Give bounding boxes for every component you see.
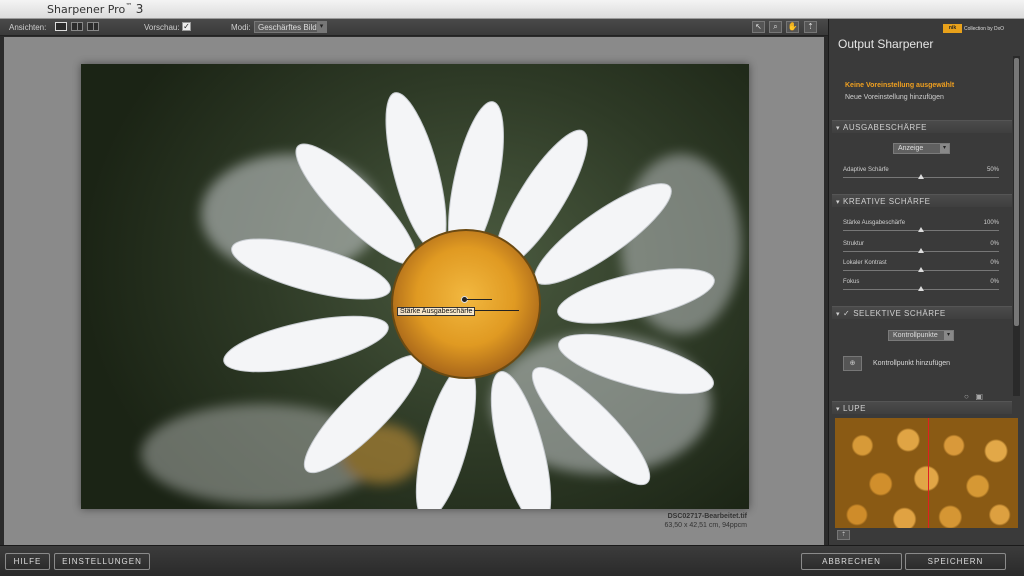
mode-select-value: Geschärftes Bild: [258, 23, 317, 32]
collapse-triangle-icon: ▾: [836, 199, 841, 206]
file-dimensions: 63,50 x 42,51 cm, 94ppcm: [664, 522, 748, 529]
bottom-bar: HILFE EINSTELLUNGEN ABBRECHEN SPEICHERN: [0, 545, 1024, 576]
side-by-side-view-button[interactable]: [87, 22, 99, 31]
slider-thumb[interactable]: [918, 267, 924, 272]
control-point-icon: ⊕: [849, 360, 856, 367]
preset-state[interactable]: Keine Voreinstellung ausgewählt: [845, 82, 954, 89]
cancel-button[interactable]: ABBRECHEN: [801, 553, 902, 570]
section-selective-title: SELEKTIVE SCHÄRFE: [853, 309, 946, 318]
hand-pointer-icon: ↖: [755, 22, 762, 31]
panel-title: Output Sharpener: [838, 37, 934, 51]
panel-mini-icons: ○ ▣: [964, 392, 983, 401]
pin-icon: ⇡: [840, 532, 847, 538]
file-info: DSC02717-Bearbeitet.tif 63,50 x 42,51 cm…: [665, 512, 748, 530]
slider-value: 100%: [983, 220, 999, 226]
chevron-down-icon: ▾: [317, 22, 326, 32]
slider-label: Adaptive Schärfe: [843, 167, 889, 173]
trash-icon[interactable]: ▣: [976, 392, 984, 401]
slider-thumb[interactable]: [918, 286, 924, 291]
add-control-point-label: Kontrollpunkt hinzufügen: [873, 360, 951, 367]
brand-text: Collection by DxO: [964, 25, 1005, 32]
settings-button[interactable]: EINSTELLUNGEN: [54, 553, 150, 570]
slider-thumb[interactable]: [918, 174, 924, 179]
panel-scrollbar[interactable]: [1013, 56, 1020, 396]
focus-slider[interactable]: Fokus 0%: [843, 279, 999, 297]
slider-label: Struktur: [843, 241, 865, 247]
slider-value: 0%: [990, 241, 999, 247]
section-creative-title: KREATIVE SCHÄRFE: [843, 197, 931, 206]
loupe-preview[interactable]: [835, 418, 1018, 528]
file-name: DSC02717-Bearbeitet.tif: [667, 513, 747, 520]
control-point-label: Stärke Ausgabeschärfe: [397, 307, 476, 316]
app-title-version: 3: [135, 2, 144, 16]
zoom-tool-button[interactable]: ⌕: [769, 21, 782, 33]
output-strength-slider[interactable]: Stärke Ausgabeschärfe 100%: [843, 220, 999, 238]
structure-slider[interactable]: Struktur 0%: [843, 241, 999, 259]
app-title: Sharpener Pro™ 3: [47, 2, 143, 16]
slider-thumb[interactable]: [918, 248, 924, 253]
collapse-triangle-icon: ▾: [836, 406, 841, 413]
selective-mode-dropdown[interactable]: Kontrollpunkte ▾: [888, 330, 954, 341]
slider-label: Fokus: [843, 279, 860, 285]
pointer-tool-button[interactable]: ↖: [752, 21, 765, 33]
preview-label: Vorschau:: [144, 23, 180, 32]
help-button[interactable]: HILFE: [5, 553, 50, 570]
section-loupe[interactable]: ▾ LUPE: [832, 401, 1012, 414]
output-mode-dropdown[interactable]: Anzeige ▾: [893, 143, 950, 154]
pin-icon: ⇡: [807, 22, 814, 31]
app-title-name: Sharpener Pro: [47, 3, 126, 16]
selective-mode-value: Kontrollpunkte: [893, 332, 938, 339]
loupe-split-line[interactable]: [928, 418, 929, 528]
image-canvas[interactable]: Stärke Ausgabeschärfe DSC02717-Bearbeite…: [4, 37, 824, 545]
circle-icon[interactable]: ○: [964, 392, 969, 401]
section-loupe-title: LUPE: [843, 404, 866, 413]
preview-checkbox[interactable]: ✓: [182, 22, 191, 31]
output-mode-value: Anzeige: [898, 145, 924, 152]
pan-tool-button[interactable]: ✋: [786, 21, 799, 33]
brand-logo: nik Collection by DxO: [943, 24, 1017, 34]
slider-label: Lokaler Kontrast: [843, 260, 887, 266]
adaptive-sharpening-slider[interactable]: Adaptive Schärfe 50%: [843, 167, 999, 185]
app-title-tm: ™: [125, 2, 133, 10]
slider-value: 0%: [990, 260, 999, 266]
daisy-image: [141, 92, 741, 509]
chevron-down-icon: ▾: [940, 144, 949, 153]
add-control-point-button[interactable]: ⊕: [843, 356, 862, 371]
single-view-button[interactable]: [55, 22, 67, 31]
section-creative-sharpening[interactable]: ▾ KREATIVE SCHÄRFE: [832, 194, 1012, 207]
top-toolbar: Ansichten: Vorschau: ✓ Modi: Geschärftes…: [0, 19, 828, 36]
loupe-pin-button[interactable]: ⇡: [837, 530, 850, 540]
mode-label: Modi:: [231, 23, 251, 32]
pin-tool-button[interactable]: ⇡: [804, 21, 817, 33]
mode-select[interactable]: Geschärftes Bild ▾: [254, 21, 327, 33]
section-output-sharpening[interactable]: ▾ AUSGABESCHÄRFE: [832, 120, 1012, 133]
split-view-button[interactable]: [71, 22, 83, 31]
chevron-down-icon: ▾: [944, 331, 953, 340]
section-output-title: AUSGABESCHÄRFE: [843, 123, 927, 132]
slider-label: Stärke Ausgabeschärfe: [843, 220, 906, 226]
slider-thumb[interactable]: [918, 227, 924, 232]
selective-checkbox[interactable]: ✓: [843, 309, 850, 318]
zoom-icon: ⌕: [773, 22, 778, 31]
hand-pan-icon: ✋: [787, 22, 798, 31]
nik-logo: nik: [943, 24, 962, 33]
slider-value: 0%: [990, 279, 999, 285]
section-selective-sharpening[interactable]: ▾ ✓ SELEKTIVE SCHÄRFE: [832, 306, 1012, 319]
save-button[interactable]: SPEICHERN: [905, 553, 1006, 570]
app-window: Sharpener Pro™ 3 Ansichten: Vorschau: ✓ …: [0, 0, 1024, 576]
add-preset-link[interactable]: Neue Voreinstellung hinzufügen: [845, 94, 944, 101]
daisy-photo[interactable]: Stärke Ausgabeschärfe: [81, 64, 749, 509]
scrollbar-thumb[interactable]: [1014, 58, 1019, 326]
collapse-triangle-icon: ▾: [836, 311, 841, 318]
slider-value: 50%: [986, 167, 999, 173]
title-bar: Sharpener Pro™ 3: [0, 0, 1024, 19]
local-contrast-slider[interactable]: Lokaler Kontrast 0%: [843, 260, 999, 278]
control-point-slider-line[interactable]: [467, 299, 492, 300]
collapse-triangle-icon: ▾: [836, 125, 841, 132]
right-panel: nik Collection by DxO Output Sharpener Ke…: [828, 19, 1024, 545]
views-label: Ansichten:: [9, 23, 47, 32]
